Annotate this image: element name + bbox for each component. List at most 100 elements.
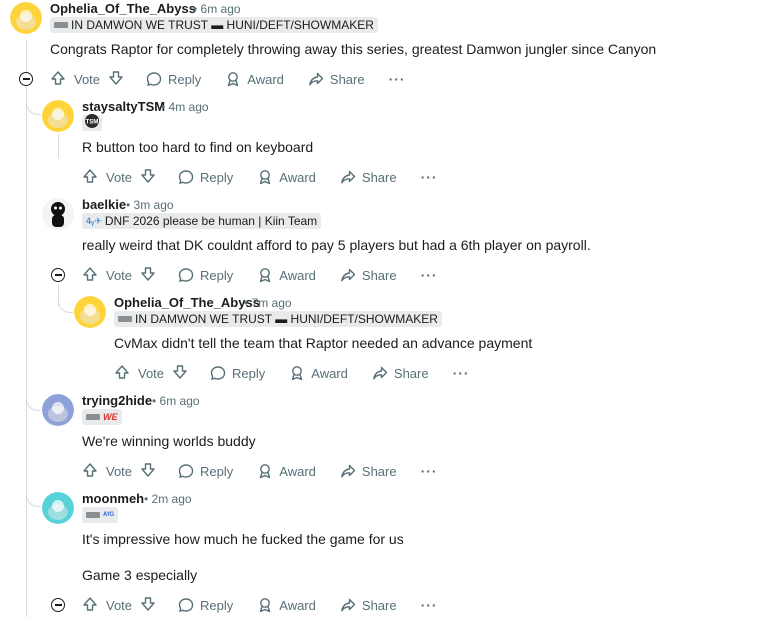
collapse-thread-button[interactable] [51,268,65,282]
downvote-icon[interactable] [172,364,188,383]
award-button[interactable]: Award [257,267,316,283]
username[interactable]: trying2hide [82,393,152,408]
comment-body: CvMax didn't tell the team that Raptor n… [114,335,533,351]
avatar[interactable] [42,198,74,230]
reply-icon [178,267,194,283]
timestamp[interactable]: • 3m ago [126,198,174,212]
reply-button[interactable]: Reply [178,267,233,283]
comment-actions: Vote Reply Award Share ··· [82,461,438,481]
flair-emoji-icon [86,512,100,518]
reply-icon [178,597,194,613]
share-icon [340,463,356,479]
share-label: Share [361,169,397,185]
vote-group: Vote [82,266,156,285]
collapse-thread-button[interactable] [51,598,65,612]
share-button[interactable]: Share [340,169,397,185]
comment-body: It's impressive how much he fucked the g… [82,531,404,547]
share-button[interactable]: Share [340,267,397,283]
timestamp[interactable]: • 7m ago [244,296,292,310]
thread-line [26,40,27,617]
user-flair: WE [82,409,122,425]
comment-body: Game 3 especially [82,567,198,583]
vote-label: Vote [138,365,165,381]
award-icon [225,71,241,87]
avatar[interactable] [42,394,74,426]
award-button[interactable]: Award [289,365,348,381]
flair-emoji-icon [118,316,132,322]
upvote-icon[interactable] [82,596,98,615]
award-button[interactable]: Award [257,169,316,185]
award-button[interactable]: Award [257,597,316,613]
downvote-icon[interactable] [108,70,124,89]
timestamp[interactable]: • 6m ago [193,2,241,16]
username[interactable]: Ophelia_Of_The_Abyss [50,1,196,16]
avatar[interactable] [74,296,106,328]
more-options-button[interactable]: ··· [421,597,438,613]
username[interactable]: Ophelia_Of_The_Abyss [114,295,260,310]
reply-label: Reply [168,71,202,87]
share-icon [340,597,356,613]
share-button[interactable]: Share [308,71,365,87]
more-options-button[interactable]: ··· [421,267,438,283]
share-label: Share [361,463,397,479]
award-label: Award [279,169,316,185]
avatar[interactable] [42,492,74,524]
timestamp[interactable]: • 4m ago [161,100,209,114]
reply-button[interactable]: Reply [178,597,233,613]
downvote-icon[interactable] [140,266,156,285]
more-options-button[interactable]: ··· [389,71,406,87]
upvote-icon[interactable] [114,364,130,383]
username[interactable]: moonmeh [82,491,144,506]
reply-icon [178,169,194,185]
reply-button[interactable]: Reply [210,365,265,381]
user-flair: ᴬᶠᴳ [82,507,119,523]
thread-elbow [26,488,41,507]
share-button[interactable]: Share [340,597,397,613]
award-icon [257,267,273,283]
downvote-icon[interactable] [140,462,156,481]
award-icon [257,169,273,185]
reply-label: Reply [200,463,234,479]
upvote-icon[interactable] [82,462,98,481]
timestamp[interactable]: • 6m ago [152,394,200,408]
upvote-icon[interactable] [82,266,98,285]
more-options-button[interactable]: ··· [453,365,470,381]
avatar[interactable] [10,2,42,34]
more-options-button[interactable]: ··· [421,169,438,185]
reply-label: Reply [200,169,234,185]
flair-text: WE [103,412,118,422]
user-flair: 4ᵧ✈ DNF 2026 please be human | Kiin Team [82,213,322,229]
upvote-icon[interactable] [82,168,98,187]
share-label: Share [329,71,365,87]
award-button[interactable]: Award [257,463,316,479]
reply-label: Reply [200,597,234,613]
username[interactable]: baelkie [82,197,126,212]
reply-icon [178,463,194,479]
share-icon [340,169,356,185]
award-button[interactable]: Award [225,71,284,87]
upvote-icon[interactable] [50,70,66,89]
more-options-button[interactable]: ··· [421,463,438,479]
downvote-icon[interactable] [140,596,156,615]
share-button[interactable]: Share [372,365,429,381]
timestamp[interactable]: • 2m ago [144,492,192,506]
comment-actions: Vote Reply Award Share ··· [114,363,470,383]
username[interactable]: staysaltyTSM [82,99,165,114]
reply-button[interactable]: Reply [146,71,201,87]
share-button[interactable]: Share [340,463,397,479]
award-label: Award [247,71,284,87]
comment-actions: Vote Reply Award Share ··· [82,595,438,615]
flair-emoji-icon: 4ᵧ✈ [86,216,102,226]
reply-button[interactable]: Reply [178,169,233,185]
vote-group: Vote [114,364,188,383]
flair-text: IN DAMWON WE TRUST ▬ HUNI/DEFT/SHOWMAKER [135,312,438,326]
reply-button[interactable]: Reply [178,463,233,479]
comment-actions: Vote Reply Award Share ··· [82,265,438,285]
flair-text: IN DAMWON WE TRUST ▬ HUNI/DEFT/SHOWMAKER [71,18,374,32]
avatar[interactable] [42,100,74,132]
vote-label: Vote [106,169,133,185]
downvote-icon[interactable] [140,168,156,187]
comment-body: Congrats Raptor for completely throwing … [50,41,657,57]
collapse-thread-button[interactable] [19,72,33,86]
vote-group: Vote [50,70,124,89]
